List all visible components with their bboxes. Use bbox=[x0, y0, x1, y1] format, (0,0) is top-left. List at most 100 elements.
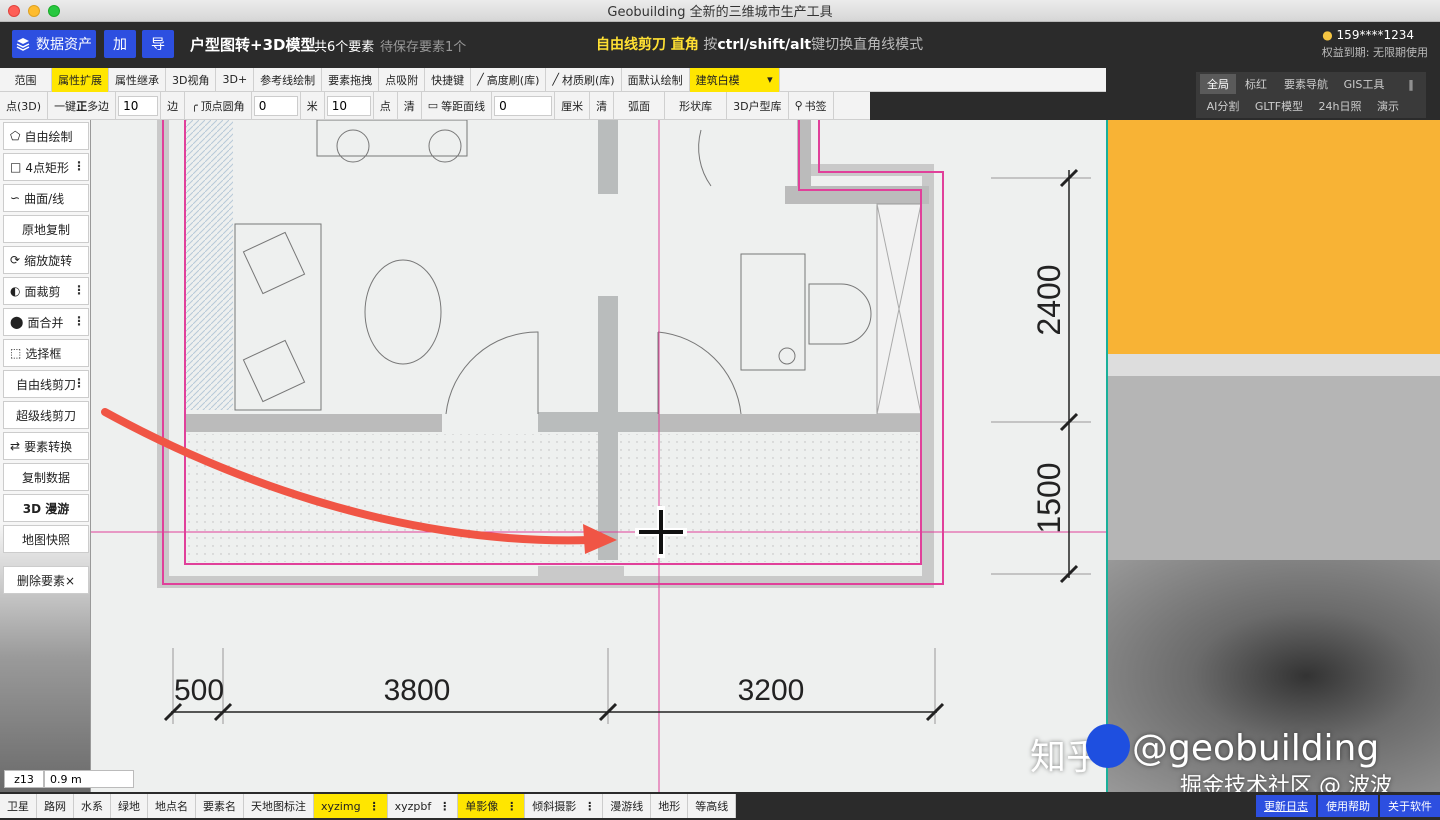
tab-global[interactable]: 全局 bbox=[1200, 74, 1236, 94]
layer-xyzpbf[interactable]: xyzpbf ⋮ bbox=[387, 794, 459, 818]
round-unit: 米 bbox=[301, 91, 325, 120]
layer-feature-names[interactable]: 要素名 bbox=[196, 794, 244, 818]
tool-point-3d[interactable]: 点(3D) bbox=[0, 91, 49, 120]
tool-copy-in-place[interactable]: 原地复制 bbox=[3, 215, 89, 243]
tool-shortcuts[interactable]: 快捷键 bbox=[425, 67, 472, 92]
layer-single-image[interactable]: 单影像 ⋮ bbox=[458, 794, 526, 818]
clear-button-2[interactable]: 清 bbox=[590, 91, 615, 120]
tab-gis-tools[interactable]: GIS工具 bbox=[1338, 74, 1390, 94]
sides-input[interactable] bbox=[118, 95, 159, 116]
tab-feature-nav[interactable]: 要素导航 bbox=[1276, 74, 1336, 94]
tool-curve[interactable]: ∽ 曲面/线 bbox=[3, 184, 89, 212]
more-icon[interactable]: ⋮ bbox=[73, 314, 85, 328]
free-line-scissors-label: 自由线剪刀 bbox=[16, 377, 77, 392]
vertex-round-label: 顶点圆角 bbox=[200, 99, 245, 113]
tab-more[interactable]: ‖ bbox=[1402, 74, 1420, 94]
add-button[interactable]: 加 bbox=[104, 30, 136, 58]
dim-1500: 1500 bbox=[1031, 462, 1067, 533]
map-canvas[interactable]: 2400 1500 500 3800 3200 bbox=[91, 120, 1106, 792]
mode-indicator: 自由线剪刀 直角 按ctrl/shift/alt键切换直角线模式 bbox=[596, 34, 923, 54]
layer-green[interactable]: 绿地 bbox=[111, 794, 148, 818]
free-draw-label: 自由绘制 bbox=[24, 129, 73, 144]
more-icon[interactable]: ⋮ bbox=[369, 800, 380, 813]
building-type-select[interactable]: 建筑白模 ▾ bbox=[689, 67, 780, 92]
equi-input[interactable] bbox=[494, 95, 553, 116]
tool-height-brush[interactable]: ╱ 高度刷(库) bbox=[471, 67, 547, 92]
tool-attr-extend[interactable]: 属性扩展 bbox=[52, 67, 109, 92]
tool-house-lib[interactable]: 3D户型库 bbox=[727, 91, 789, 120]
layer-contours[interactable]: 等高线 bbox=[688, 794, 737, 818]
sides-field[interactable] bbox=[116, 91, 162, 120]
tool-bookmark[interactable]: ⚲ 书签 bbox=[789, 91, 834, 120]
points-field[interactable] bbox=[325, 91, 374, 120]
tool-3d-roam[interactable]: 3D 漫游 bbox=[3, 494, 89, 522]
delete-feature-button[interactable]: 删除要素× bbox=[3, 566, 89, 594]
tool-3d-view[interactable]: 3D视角 bbox=[166, 67, 217, 92]
user-account[interactable]: ● 159****1234 bbox=[1322, 28, 1414, 42]
layer-oblique[interactable]: 倾斜摄影 ⋮ bbox=[525, 794, 604, 818]
layer-satellite[interactable]: 卫星 bbox=[0, 794, 37, 818]
tool-super-line-scissors[interactable]: 超级线剪刀 bbox=[3, 401, 89, 429]
tool-4pt-rect[interactable]: □ 4点矩形 ⋮ bbox=[3, 153, 89, 181]
tool-arc[interactable]: 弧面 bbox=[614, 91, 666, 120]
data-assets-button[interactable]: 数据资产 bbox=[12, 30, 96, 58]
tool-face-clip[interactable]: ◐ 面裁剪 ⋮ bbox=[3, 277, 89, 305]
equi-field[interactable] bbox=[492, 91, 556, 120]
tab-ai-segment[interactable]: AI分割 bbox=[1200, 96, 1246, 116]
round-field[interactable] bbox=[252, 91, 301, 120]
tool-feature-drag[interactable]: 要素拖拽 bbox=[322, 67, 380, 92]
layer-terrain[interactable]: 地形 bbox=[651, 794, 689, 818]
tab-gltf-model[interactable]: GLTF模型 bbox=[1248, 96, 1310, 116]
about-button[interactable]: 关于软件 bbox=[1380, 795, 1440, 817]
clear-button-1[interactable]: 清 bbox=[398, 91, 422, 120]
tool-guide-draw[interactable]: 参考线绘制 bbox=[254, 67, 323, 92]
single-image-label: 单影像 bbox=[465, 800, 499, 813]
points-input[interactable] bbox=[326, 95, 371, 116]
more-icon[interactable]: ⋮ bbox=[584, 800, 595, 813]
tool-3d-plus[interactable]: 3D+ bbox=[216, 67, 255, 92]
tool-material-brush[interactable]: ╱ 材质刷(库) bbox=[546, 67, 622, 92]
tool-extent[interactable]: 范围 bbox=[0, 67, 52, 92]
tool-free-line-scissors[interactable]: 自由线剪刀 ⋮ bbox=[3, 370, 89, 398]
layer-water[interactable]: 水系 bbox=[74, 794, 111, 818]
tool-free-draw[interactable]: ⬠ 自由绘制 bbox=[3, 122, 89, 150]
tool-regular-polygon[interactable]: 一键正多边 bbox=[48, 91, 117, 120]
more-icon[interactable]: ⋮ bbox=[73, 159, 85, 173]
layer-roads[interactable]: 路网 bbox=[37, 794, 74, 818]
more-icon[interactable]: ⋮ bbox=[506, 800, 517, 813]
tool-feature-convert[interactable]: ⇄ 要素转换 bbox=[3, 432, 89, 460]
tool-point-snap[interactable]: 点吸附 bbox=[379, 67, 426, 92]
minimize-window-button[interactable] bbox=[28, 5, 40, 17]
more-icon[interactable]: ⋮ bbox=[73, 376, 85, 390]
changelog-button[interactable]: 更新日志 bbox=[1256, 795, 1316, 817]
tool-attr-inherit[interactable]: 属性继承 bbox=[109, 67, 166, 92]
tab-sunlight[interactable]: 24h日照 bbox=[1312, 96, 1368, 116]
tab-demo[interactable]: 演示 bbox=[1370, 96, 1406, 116]
zoom-window-button[interactable] bbox=[48, 5, 60, 17]
tool-map-snapshot[interactable]: 地图快照 bbox=[3, 525, 89, 553]
layer-roam-line[interactable]: 漫游线 bbox=[603, 794, 652, 818]
tab-mark-red[interactable]: 标红 bbox=[1238, 74, 1274, 94]
more-icon[interactable]: ⋮ bbox=[73, 283, 85, 297]
face-clip-label: 面裁剪 bbox=[24, 284, 61, 299]
tool-shape-lib[interactable]: 形状库 bbox=[665, 91, 728, 120]
tool-vertex-round[interactable]: ╭ 顶点圆角 bbox=[185, 91, 252, 120]
tool-face-merge[interactable]: ⬤ 面合并 ⋮ bbox=[3, 308, 89, 336]
more-icon[interactable]: ⋮ bbox=[439, 800, 450, 813]
layer-xyzimg[interactable]: xyzimg ⋮ bbox=[314, 794, 388, 818]
sides-unit: 边 bbox=[161, 91, 186, 120]
layer-tianditu[interactable]: 天地图标注 bbox=[244, 794, 314, 818]
close-window-button[interactable] bbox=[8, 5, 20, 17]
tool-select-box[interactable]: ⬚ 选择框 bbox=[3, 339, 89, 367]
tool-face-default-draw[interactable]: 面默认绘制 bbox=[622, 67, 690, 92]
layer-place-names[interactable]: 地点名 bbox=[148, 794, 196, 818]
equi-unit: 厘米 bbox=[555, 91, 591, 120]
tool-scale-rotate[interactable]: ⟳ 缩放旋转 bbox=[3, 246, 89, 274]
help-button[interactable]: 使用帮助 bbox=[1318, 795, 1378, 817]
select-box-icon: ⬚ bbox=[10, 346, 22, 360]
export-button[interactable]: 导 bbox=[142, 30, 174, 58]
round-input[interactable] bbox=[253, 95, 298, 116]
tool-copy-data[interactable]: 复制数据 bbox=[3, 463, 89, 491]
toolbar-filler bbox=[870, 92, 1106, 120]
tool-equidistant[interactable]: ▭ 等距面线 bbox=[422, 91, 493, 120]
